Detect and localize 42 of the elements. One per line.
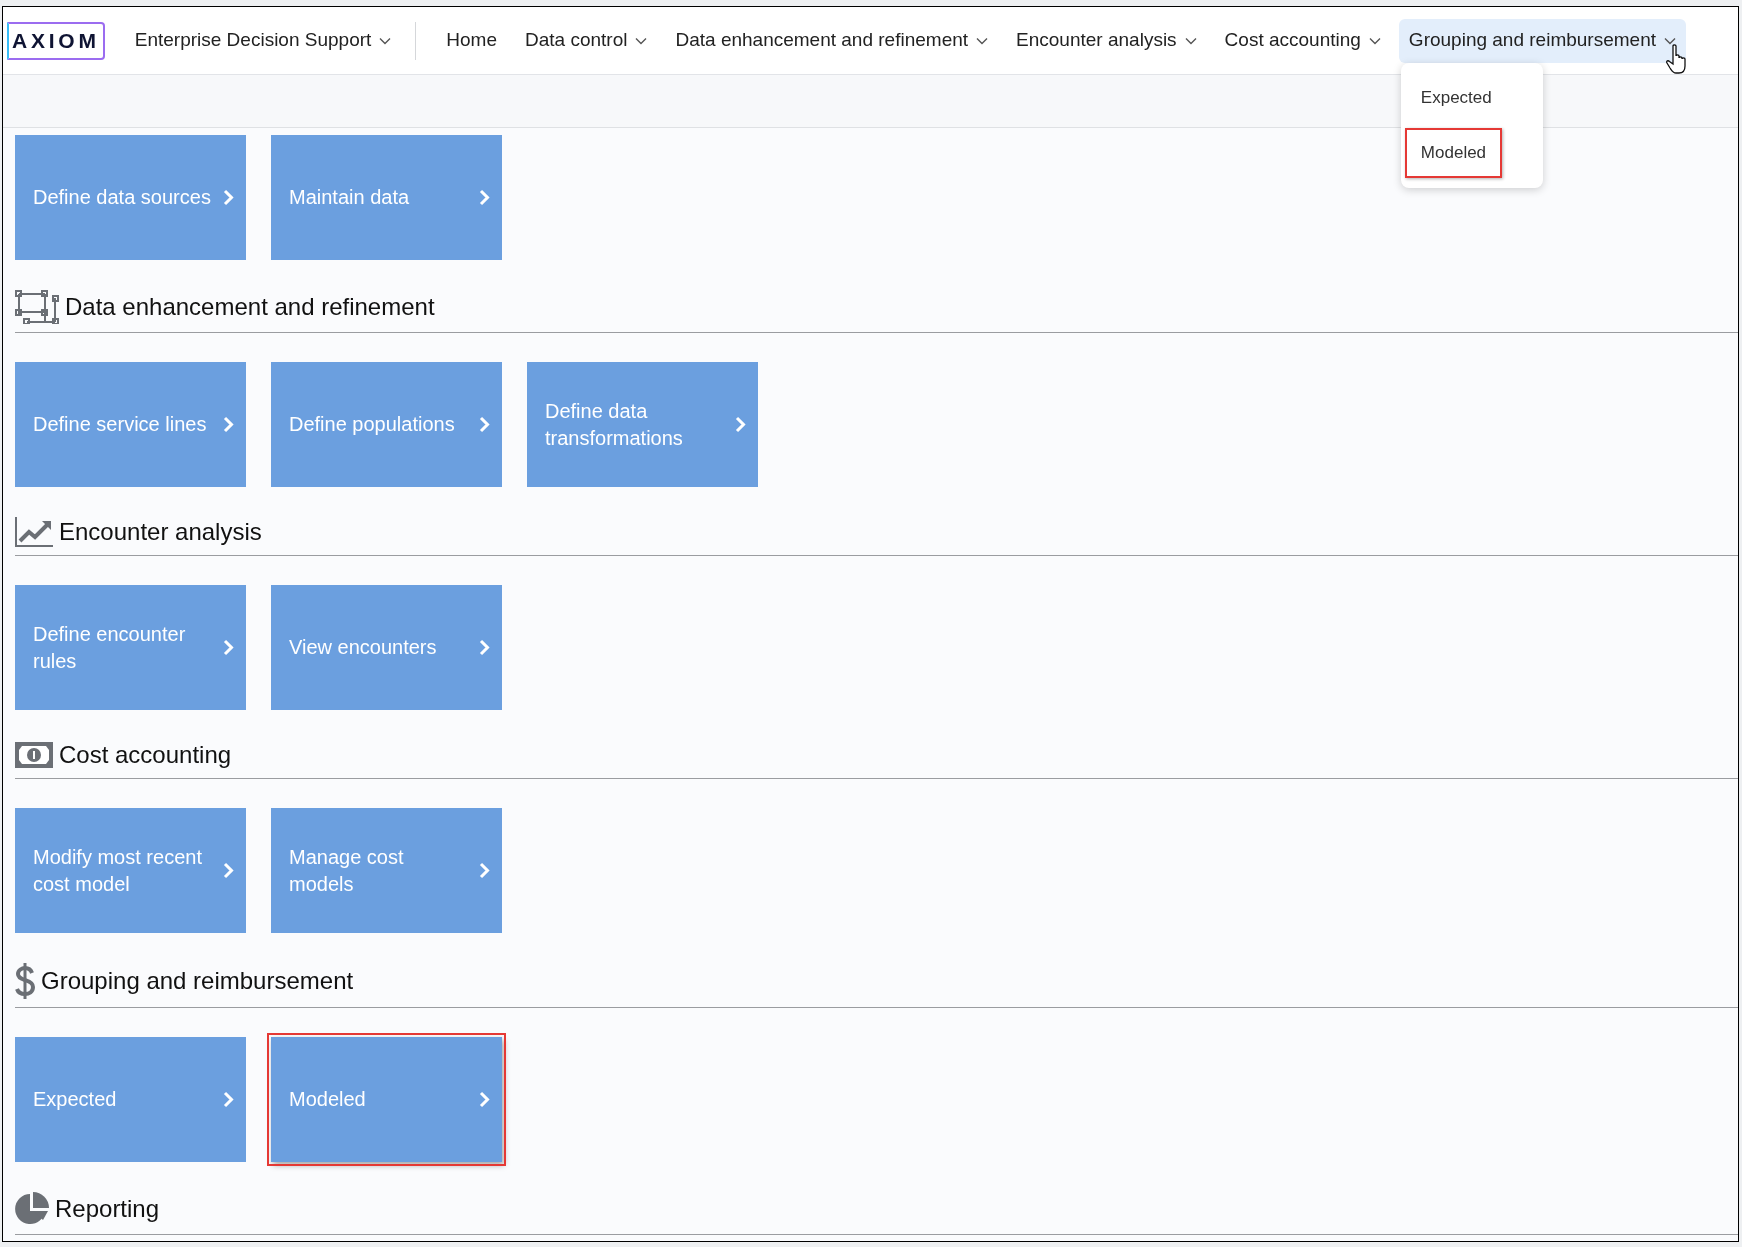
- chevron-right-icon: [735, 416, 746, 433]
- navigation-tile[interactable]: Define data transformations: [527, 362, 758, 487]
- nav-menu-item[interactable]: Home: [436, 18, 507, 63]
- dropdown-item[interactable]: Expected: [1404, 72, 1508, 122]
- section-heading: Grouping and reimbursement: [41, 966, 354, 996]
- chevron-right-icon: [223, 416, 234, 433]
- chevron-right-icon: [223, 189, 234, 206]
- navigation-tile[interactable]: Expected: [15, 1037, 246, 1162]
- navigation-tile[interactable]: Modify most recent cost model: [15, 808, 246, 933]
- chevron-right-icon: [223, 1091, 234, 1108]
- nav-menu-item[interactable]: Cost accounting: [1214, 18, 1391, 63]
- banknote-icon: [15, 742, 53, 768]
- nav-menu-item[interactable]: Encounter analysis: [1006, 18, 1207, 63]
- nav-menu-item[interactable]: Grouping and reimbursement: [1398, 18, 1686, 63]
- dropdown-item[interactable]: Modeled: [1404, 128, 1503, 178]
- chevron-right-icon: [479, 189, 490, 206]
- navigation-tile[interactable]: Define data sources: [15, 135, 246, 260]
- navigation-tile[interactable]: Define encounter rules: [15, 585, 246, 710]
- axiom-logo[interactable]: AXIOM: [7, 21, 105, 60]
- chevron-right-icon: [479, 416, 490, 433]
- nav-menu-item[interactable]: Data enhancement and refinement: [665, 18, 999, 63]
- navigation-tile[interactable]: Manage cost models: [271, 808, 502, 933]
- product-menu[interactable]: Enterprise Decision Support: [134, 26, 392, 55]
- chevron-right-icon: [223, 639, 234, 656]
- navigation-tile[interactable]: Define service lines: [15, 362, 246, 487]
- chevron-right-icon: [223, 862, 234, 879]
- navigation-tile[interactable]: Define populations: [271, 362, 502, 487]
- chevron-down-icon: [379, 36, 392, 45]
- section-heading: Data enhancement and refinement: [65, 292, 435, 322]
- section-heading: Encounter analysis: [59, 517, 262, 547]
- chevron-right-icon: [479, 862, 490, 879]
- section-heading: Reporting: [55, 1194, 160, 1224]
- dollar-sign-icon: [15, 963, 35, 999]
- navigation-tile[interactable]: Maintain data: [271, 135, 502, 260]
- pie-chart-icon: [15, 1192, 49, 1226]
- trend-chart-icon: [15, 517, 53, 547]
- frame-nodes-icon: [15, 290, 59, 324]
- navigation-tile[interactable]: View encounters: [271, 585, 502, 710]
- nav-menu-item[interactable]: Data control: [515, 18, 658, 63]
- chevron-right-icon: [479, 639, 490, 656]
- section-heading: Cost accounting: [59, 740, 232, 770]
- chevron-right-icon: [479, 1091, 490, 1108]
